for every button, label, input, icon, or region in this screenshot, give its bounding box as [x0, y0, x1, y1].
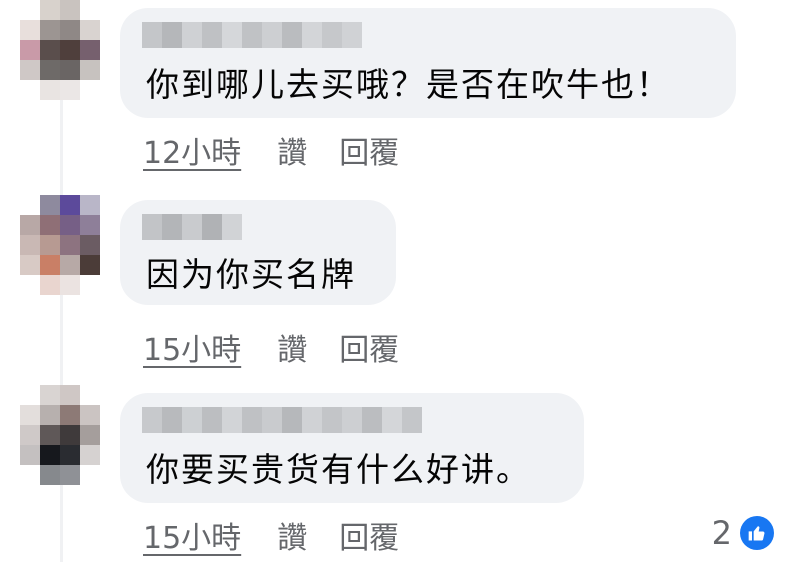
like-button[interactable]: 讚 [277, 128, 307, 172]
thread-line [60, 100, 63, 562]
comment-bubble: 你要买贵货有什么好讲。 [120, 393, 584, 503]
reply-button[interactable]: 回覆 [339, 128, 399, 172]
blurred-author-name[interactable] [142, 407, 422, 433]
comment-text: 你到哪儿去买哦？是否在吹牛也！ [146, 65, 671, 104]
timestamp-link[interactable]: 12小時 [143, 128, 241, 172]
avatar[interactable] [20, 195, 100, 295]
timestamp-link[interactable]: 15小時 [143, 513, 241, 557]
reply-button[interactable]: 回覆 [339, 513, 399, 557]
reaction-count: 2 [711, 514, 732, 552]
blurred-author-name[interactable] [142, 22, 362, 48]
comment-actions: 15小時 讚 回覆 [143, 513, 399, 557]
like-button[interactable]: 讚 [277, 325, 307, 369]
like-icon [740, 516, 774, 550]
comment-actions: 15小時 讚 回覆 [143, 325, 399, 369]
avatar[interactable] [20, 0, 100, 100]
thumbs-up-icon [748, 526, 765, 541]
reply-button[interactable]: 回覆 [339, 325, 399, 369]
reaction-summary[interactable]: 2 [712, 514, 774, 552]
blurred-author-name[interactable] [142, 214, 242, 240]
avatar[interactable] [20, 385, 100, 485]
comment-bubble: 你到哪儿去买哦？是否在吹牛也！ [120, 8, 736, 118]
comment-actions: 12小時 讚 回覆 [143, 128, 399, 172]
comment-text: 因为你买名牌 [146, 255, 356, 294]
comment-bubble: 因为你买名牌 [120, 200, 396, 305]
timestamp-link[interactable]: 15小時 [143, 325, 241, 369]
like-button[interactable]: 讚 [277, 513, 307, 557]
comment-text: 你要买贵货有什么好讲。 [146, 450, 531, 489]
